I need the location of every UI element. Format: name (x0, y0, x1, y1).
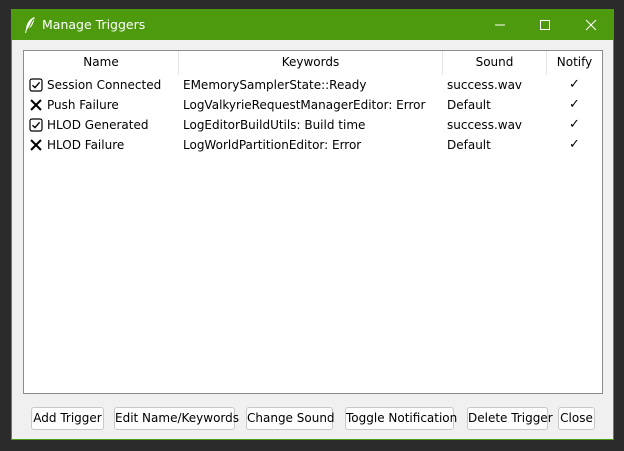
maximize-icon (540, 20, 550, 30)
column-header-name[interactable]: Name (24, 51, 179, 75)
trigger-sound: Default (447, 98, 491, 112)
trigger-notify: ✓ (569, 117, 580, 132)
trigger-name: HLOD Failure (47, 138, 125, 152)
trigger-keywords: LogEditorBuildUtils: Build time (183, 118, 366, 132)
delete-trigger-button[interactable]: Delete Trigger (467, 407, 553, 430)
column-header-sound[interactable]: Sound (443, 51, 547, 75)
close-button[interactable]: Close (558, 407, 595, 430)
table-header: Name Keywords Sound Notify (24, 51, 602, 75)
trigger-name: Session Connected (47, 78, 162, 92)
triggers-table[interactable]: Name Keywords Sound Notify Session Conne… (23, 50, 603, 394)
maximize-button[interactable] (522, 10, 568, 40)
trigger-sound: Default (447, 138, 491, 152)
trigger-name: HLOD Generated (47, 118, 149, 132)
add-trigger-button[interactable]: Add Trigger (31, 407, 104, 430)
column-header-notify[interactable]: Notify (547, 51, 602, 75)
column-header-keywords[interactable]: Keywords (179, 51, 443, 75)
toggle-notification-button[interactable]: Toggle Notification (345, 407, 457, 430)
trigger-keywords: LogWorldPartitionEditor: Error (183, 138, 362, 152)
x-icon[interactable] (29, 138, 43, 152)
window-title: Manage Triggers (42, 17, 146, 32)
minimize-icon (495, 24, 505, 26)
trigger-notify: ✓ (569, 97, 580, 112)
change-sound-button[interactable]: Change Sound (246, 407, 335, 430)
manage-triggers-window: Manage Triggers Name Keywords Sound Noti… (11, 9, 614, 440)
trigger-name: Push Failure (47, 98, 119, 112)
x-icon[interactable] (29, 98, 43, 112)
checkbox-checked-icon[interactable] (29, 118, 43, 132)
feather-icon (25, 17, 35, 33)
table-row[interactable]: HLOD Generated LogEditorBuildUtils: Buil… (24, 115, 602, 135)
trigger-sound: success.wav (447, 78, 523, 92)
trigger-notify: ✓ (569, 77, 580, 92)
trigger-keywords: LogValkyrieRequestManagerEditor: Error (183, 98, 426, 112)
trigger-notify: ✓ (569, 137, 580, 152)
edit-name-keywords-button[interactable]: Edit Name/Keywords (114, 407, 239, 430)
table-row[interactable]: HLOD Failure LogWorldPartitionEditor: Er… (24, 135, 602, 155)
minimize-button[interactable] (477, 10, 523, 40)
title-bar[interactable]: Manage Triggers (12, 10, 613, 40)
close-window-button[interactable] (568, 10, 613, 40)
trigger-keywords: EMemorySamplerState::Ready (183, 78, 367, 92)
table-row[interactable]: Session Connected EMemorySamplerState::R… (24, 75, 602, 95)
checkbox-checked-icon[interactable] (29, 78, 43, 92)
close-icon (585, 19, 597, 31)
trigger-sound: success.wav (447, 118, 523, 132)
table-row[interactable]: Push Failure LogValkyrieRequestManagerEd… (24, 95, 602, 115)
